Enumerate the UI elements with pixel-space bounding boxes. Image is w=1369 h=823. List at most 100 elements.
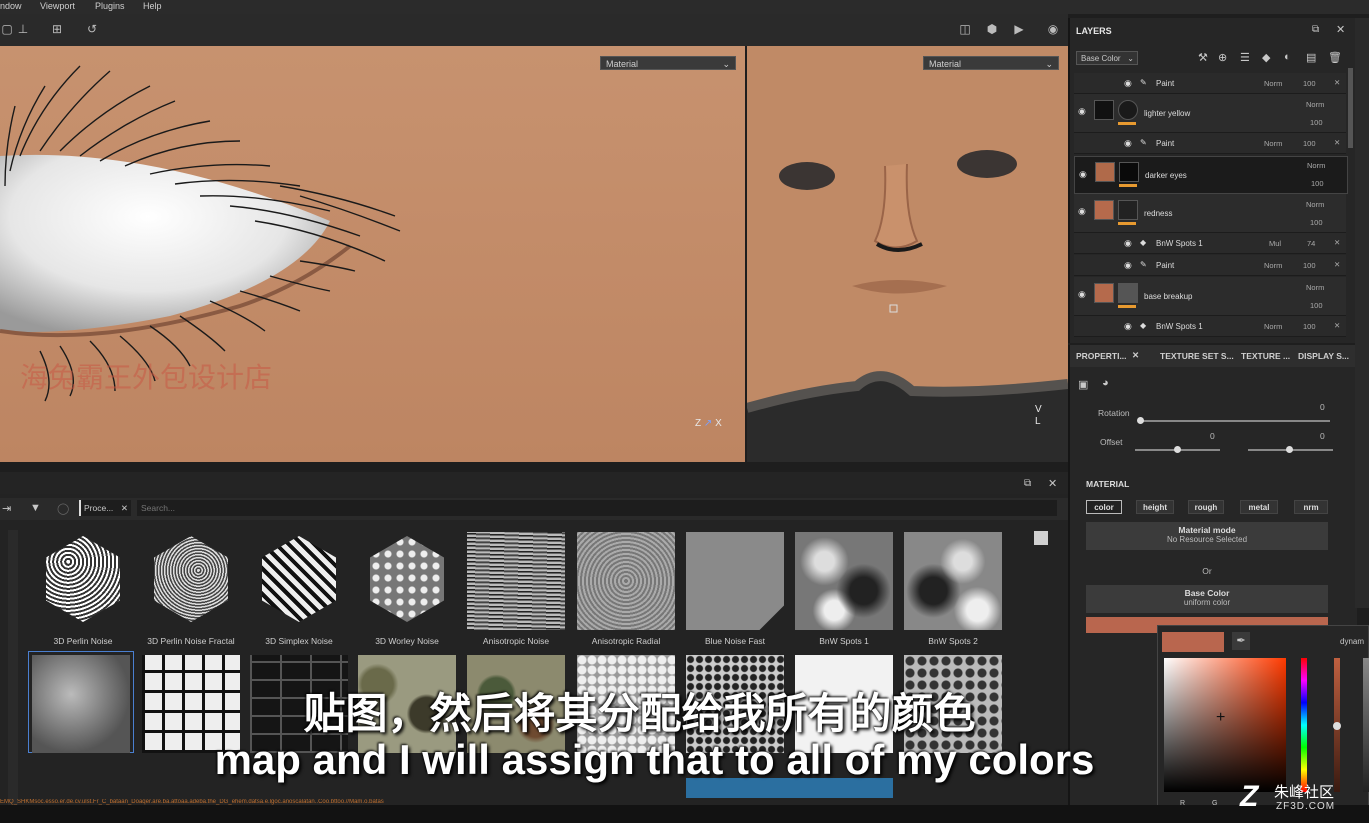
- trash-icon[interactable]: 🗑: [1328, 51, 1342, 64]
- tab-texture-set-settings[interactable]: TEXTURE SET S...: [1160, 351, 1234, 361]
- close-icon[interactable]: ✕: [1048, 477, 1057, 490]
- wrench-icon[interactable]: ⚒: [1198, 51, 1208, 64]
- channel-metal-button[interactable]: metal: [1240, 500, 1278, 514]
- camera-video-icon[interactable]: ▶: [1012, 22, 1026, 36]
- layer-effect-row[interactable]: ◉ ✎ Paint Norm 100 ✕: [1074, 255, 1346, 276]
- undock-icon[interactable]: ⧉: [1312, 24, 1319, 35]
- viewport-3d[interactable]: Material ⌄ 海兔霸王外包设计店 Z ↗ X: [0, 46, 745, 462]
- cube-icon[interactable]: ▢: [0, 22, 14, 36]
- offset-x-value[interactable]: 0: [1210, 431, 1215, 441]
- rotation-slider[interactable]: [1140, 420, 1330, 422]
- opacity-value[interactable]: 100: [1303, 79, 1316, 88]
- remove-icon[interactable]: ✕: [1334, 238, 1340, 247]
- base-color-box[interactable]: Base Color uniform color: [1086, 585, 1328, 613]
- chevron-down-icon: ⌄: [1045, 59, 1053, 69]
- blend-mode[interactable]: Norm: [1264, 79, 1282, 88]
- tab-texture[interactable]: TEXTURE ...: [1241, 351, 1290, 361]
- remove-icon[interactable]: ✕: [1334, 138, 1340, 147]
- menu-help[interactable]: Help: [143, 1, 162, 11]
- blend-mode[interactable]: Norm: [1306, 200, 1324, 209]
- filter-icon[interactable]: ▼: [30, 502, 41, 514]
- opacity-value[interactable]: 74: [1307, 239, 1315, 248]
- filter-tag-procedurals[interactable]: Proce... ✕: [79, 500, 131, 516]
- remove-icon[interactable]: ✕: [1334, 78, 1340, 87]
- offset-y-value[interactable]: 0: [1320, 431, 1325, 441]
- blend-mode[interactable]: Mul: [1269, 239, 1281, 248]
- eye-icon[interactable]: ◉: [1124, 78, 1134, 88]
- offset-x-handle[interactable]: [1174, 446, 1181, 453]
- eye-icon[interactable]: ◉: [1124, 238, 1134, 248]
- material-sphere-icon[interactable]: ◕: [1102, 377, 1109, 389]
- tab-properties[interactable]: PROPERTI...: [1076, 351, 1127, 361]
- render-mode-dropdown-2d[interactable]: Material ⌄: [923, 56, 1059, 70]
- layer-row[interactable]: ◉ redness Norm 100: [1074, 194, 1346, 233]
- opacity-value[interactable]: 100: [1311, 179, 1324, 188]
- layer-effect-row[interactable]: ◉ ◆ BnW Spots 1 Norm 100 ✕: [1074, 316, 1346, 337]
- layer-row[interactable]: ◉ base breakup Norm 100: [1074, 277, 1346, 316]
- image-icon[interactable]: ▣: [1078, 378, 1088, 391]
- close-icon[interactable]: ✕: [1336, 23, 1345, 36]
- channel-color-button[interactable]: color: [1086, 500, 1122, 514]
- fill-icon[interactable]: ◆: [1262, 51, 1270, 64]
- opacity-value[interactable]: 100: [1310, 218, 1323, 227]
- layer-row-selected[interactable]: ◉ darker eyes Norm 100: [1074, 156, 1348, 194]
- close-icon[interactable]: ✕: [121, 500, 128, 516]
- cube-view-icon[interactable]: ⬢: [985, 22, 999, 36]
- blend-mode[interactable]: Norm: [1264, 322, 1282, 331]
- eye-icon[interactable]: ◉: [1078, 206, 1088, 216]
- add-icon[interactable]: ⊞: [50, 22, 64, 36]
- close-icon[interactable]: ✕: [1132, 350, 1139, 361]
- eye-icon[interactable]: ◉: [1078, 289, 1088, 299]
- pivot-icon[interactable]: ⊥: [16, 22, 30, 36]
- blend-mode[interactable]: Norm: [1264, 261, 1282, 270]
- remove-icon[interactable]: ✕: [1334, 260, 1340, 269]
- layer-effect-row[interactable]: ◉ ✎ Paint Norm 100 ✕: [1074, 133, 1346, 154]
- layers-scrollbar[interactable]: [1348, 68, 1353, 148]
- remove-icon[interactable]: ✕: [1334, 321, 1340, 330]
- opacity-value[interactable]: 100: [1303, 322, 1316, 331]
- view-toggle[interactable]: [1034, 531, 1048, 545]
- channel-nrm-button[interactable]: nrm: [1294, 500, 1328, 514]
- add-fill-layer-icon[interactable]: ⊕: [1218, 51, 1227, 64]
- opacity-value[interactable]: 100: [1310, 301, 1323, 310]
- channel-dropdown[interactable]: Base Color ⌄: [1076, 51, 1138, 65]
- layer-row[interactable]: ◉ lighter yellow Norm 100: [1074, 94, 1346, 133]
- opacity-value[interactable]: 100: [1310, 118, 1323, 127]
- screenshot-icon[interactable]: ◉: [1046, 22, 1060, 36]
- channel-rough-button[interactable]: rough: [1188, 500, 1224, 514]
- tab-display-settings[interactable]: DISPLAY S...: [1298, 351, 1349, 361]
- history-icon[interactable]: ↺: [85, 22, 99, 36]
- opacity-value[interactable]: 100: [1303, 261, 1316, 270]
- viewport-2d[interactable]: Material ⌄ V L: [747, 46, 1068, 462]
- eye-icon[interactable]: ◉: [1078, 106, 1088, 116]
- rotation-slider-handle[interactable]: [1137, 417, 1144, 424]
- layer-effect-row[interactable]: ◉ ✎ Paint Norm 100 ✕: [1074, 73, 1346, 94]
- import-icon[interactable]: ⇥: [2, 502, 11, 515]
- menu-plugins[interactable]: Plugins: [95, 1, 125, 11]
- eyedropper-icon[interactable]: ✒: [1232, 632, 1250, 650]
- add-layer-icon[interactable]: ☰: [1240, 51, 1250, 64]
- eye-icon[interactable]: ◉: [1124, 321, 1134, 331]
- undock-icon[interactable]: ⧉: [1024, 478, 1031, 489]
- blend-mode[interactable]: Norm: [1264, 139, 1282, 148]
- material-mode-box[interactable]: Material mode No Resource Selected: [1086, 522, 1328, 550]
- split-view-icon[interactable]: ◫: [958, 22, 972, 36]
- blend-mode[interactable]: Norm: [1307, 161, 1325, 170]
- menu-viewport[interactable]: Viewport: [40, 1, 75, 11]
- eye-icon[interactable]: ◉: [1079, 169, 1089, 179]
- rotation-value[interactable]: 0: [1320, 402, 1325, 412]
- offset-y-handle[interactable]: [1286, 446, 1293, 453]
- render-mode-dropdown[interactable]: Material ⌄: [600, 56, 736, 70]
- folder-icon[interactable]: ▤: [1306, 51, 1316, 64]
- eye-icon[interactable]: ◉: [1124, 138, 1134, 148]
- mask-icon[interactable]: ◐: [1284, 51, 1291, 63]
- menu-window[interactable]: ndow: [0, 1, 22, 11]
- channel-height-button[interactable]: height: [1136, 500, 1174, 514]
- opacity-value[interactable]: 100: [1303, 139, 1316, 148]
- picker-mode-label[interactable]: dynam: [1340, 637, 1364, 646]
- search-input[interactable]: [137, 500, 1057, 516]
- blend-mode[interactable]: Norm: [1306, 283, 1324, 292]
- blend-mode[interactable]: Norm: [1306, 100, 1324, 109]
- layer-effect-row[interactable]: ◉ ◆ BnW Spots 1 Mul 74 ✕: [1074, 233, 1346, 254]
- eye-icon[interactable]: ◉: [1124, 260, 1134, 270]
